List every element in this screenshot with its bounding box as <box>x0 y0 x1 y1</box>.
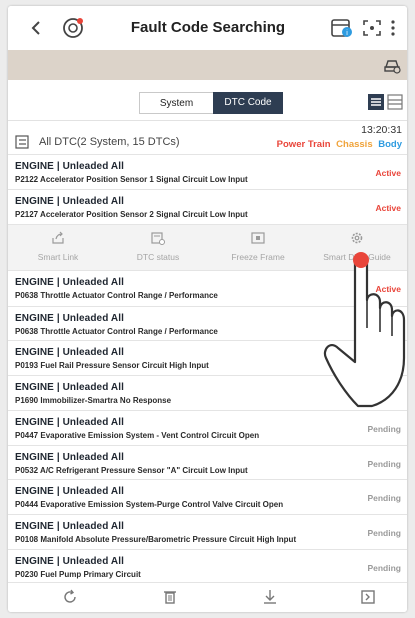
car-icon[interactable] <box>383 56 401 74</box>
dtc-row[interactable]: ENGINE | Unleaded All P2122 Accelerator … <box>8 154 407 189</box>
download-icon[interactable] <box>262 589 278 605</box>
dtc-status: Pending <box>367 563 401 573</box>
bottom-toolbar <box>8 582 407 612</box>
dtc-row[interactable]: ENGINE | Unleaded All P0444 Evaporative … <box>8 479 407 514</box>
dtc-row[interactable]: ENGINE | Unleaded All P0447 Evaporative … <box>8 410 407 445</box>
dtc-system: ENGINE | Unleaded All <box>15 486 124 497</box>
app-header: Fault Code Searching i <box>8 6 407 50</box>
filter-body[interactable]: Body <box>378 139 402 150</box>
freeze-frame-button[interactable]: Freeze Frame <box>208 225 308 271</box>
tab-system[interactable]: System <box>139 92 213 114</box>
list-view-icon[interactable] <box>368 94 384 110</box>
filter-bar: Power Train Chassis Body <box>274 139 402 150</box>
tap-hand-icon <box>323 252 406 408</box>
dtc-description: P0638 Throttle Actuator Control Range / … <box>15 327 218 336</box>
dtc-status-label: DTC status <box>136 252 180 262</box>
more-icon[interactable] <box>386 17 400 39</box>
dtc-system: ENGINE | Unleaded All <box>15 277 124 288</box>
grid-view-icon[interactable] <box>387 94 403 110</box>
dtc-status-icon <box>151 232 165 245</box>
scan-time: 13:20:31 <box>361 124 402 136</box>
dtc-system: ENGINE | Unleaded All <box>15 556 124 567</box>
dtc-description: P0193 Fuel Rail Pressure Sensor Circuit … <box>15 361 209 370</box>
smart-link-button[interactable]: Smart Link <box>8 225 108 271</box>
dtc-status: Pending <box>367 528 401 538</box>
dtc-count: All DTC(2 System, 15 DTCs) <box>39 136 180 148</box>
fullscreen-icon[interactable] <box>360 17 384 39</box>
back-button[interactable] <box>26 17 46 39</box>
dtc-description: P2127 Accelerator Position Sensor 2 Sign… <box>15 210 248 219</box>
dtc-description: P0108 Manifold Absolute Pressure/Baromet… <box>15 535 297 544</box>
chevron-left-icon <box>31 21 40 35</box>
freeze-frame-icon <box>251 232 265 244</box>
dtc-row[interactable]: ENGINE | Unleaded All P0230 Fuel Pump Pr… <box>8 549 407 582</box>
filter-power-train[interactable]: Power Train <box>277 139 331 150</box>
dtc-description: P1690 Immobilizer-Smartra No Response <box>15 396 172 405</box>
filter-chassis[interactable]: Chassis <box>336 139 372 150</box>
dtc-system: ENGINE | Unleaded All <box>15 452 124 463</box>
dtc-system: ENGINE | Unleaded All <box>15 196 124 207</box>
dtc-description: P0638 Throttle Actuator Control Range / … <box>15 291 218 300</box>
delete-icon[interactable] <box>162 589 178 605</box>
dtc-status: Pending <box>367 459 401 469</box>
dtc-row[interactable]: ENGINE | Unleaded All P0108 Manifold Abs… <box>8 514 407 549</box>
dtc-status: Active <box>375 203 401 213</box>
dtc-description: P0230 Fuel Pump Primary Circuit <box>15 570 141 579</box>
dtc-system: ENGINE | Unleaded All <box>15 347 124 358</box>
dtc-description: P2122 Accelerator Position Sensor 1 Sign… <box>15 175 248 184</box>
dtc-system: ENGINE | Unleaded All <box>15 382 124 393</box>
tab-dtc-code[interactable]: DTC Code <box>213 92 283 114</box>
dtc-system: ENGINE | Unleaded All <box>15 417 124 428</box>
dtc-description: P0447 Evaporative Emission System - Vent… <box>15 431 260 440</box>
engine-icon <box>63 18 83 38</box>
share-icon <box>52 231 64 244</box>
gear-icon <box>351 232 363 244</box>
refresh-icon[interactable] <box>62 589 78 605</box>
freeze-frame-label: Freeze Frame <box>231 252 285 262</box>
dtc-status: Pending <box>367 493 401 503</box>
dtc-row[interactable]: ENGINE | Unleaded All P2127 Accelerator … <box>8 189 407 224</box>
dtc-row[interactable]: ENGINE | Unleaded All P0532 A/C Refriger… <box>8 445 407 479</box>
page-title: Fault Code Searching <box>130 19 286 36</box>
dtc-description: P0532 A/C Refrigerant Pressure Sensor "A… <box>15 466 248 475</box>
dtc-system: ENGINE | Unleaded All <box>15 313 124 324</box>
export-icon[interactable] <box>360 589 376 605</box>
smart-link-label: Smart Link <box>37 252 79 262</box>
dtc-status: Active <box>375 168 401 178</box>
dtc-summary: All DTC(2 System, 15 DTCs) 13:20:31 Powe… <box>8 120 407 154</box>
dtc-status-button[interactable]: DTC status <box>108 225 208 271</box>
list-icon <box>15 135 29 149</box>
dtc-description: P0444 Evaporative Emission System-Purge … <box>15 500 284 509</box>
dtc-system: ENGINE | Unleaded All <box>15 521 124 532</box>
dtc-status: Pending <box>367 424 401 434</box>
dtc-system: ENGINE | Unleaded All <box>15 161 124 172</box>
vehicle-banner <box>8 50 407 80</box>
view-tabs: System DTC Code <box>8 88 407 118</box>
calendar-icon[interactable]: i <box>330 17 354 39</box>
